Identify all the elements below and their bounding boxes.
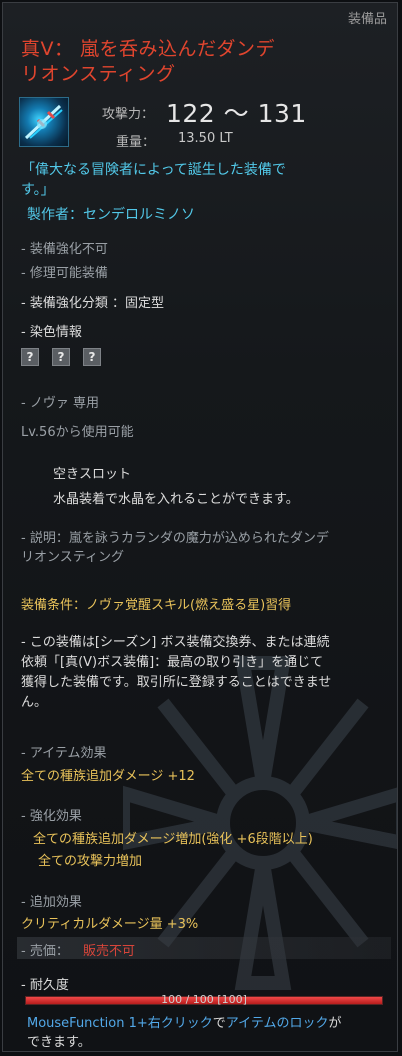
price-row <box>17 937 391 959</box>
lock-hint-ga: が <box>328 1016 342 1031</box>
enhance-type-text: - 装備強化分類 ：固定型 <box>21 296 164 311</box>
lock-hint-de: で <box>212 1016 226 1031</box>
flavor-line2: す。」 <box>21 182 55 198</box>
flavor-text: 「偉大なる冒険者によって誕生した装備で す。」 <box>21 160 286 200</box>
enhance-effect-line1: 全ての種族追加ダメージ増加(強化 +6段階以上) <box>33 832 313 847</box>
durability-text: 100 / 100 [100] <box>161 993 247 1006</box>
class-only-text: - ノヴァ 専用 <box>21 396 99 411</box>
note-line1: - この装備は[シーズン] ボス装備交換券、または連続 <box>21 635 330 650</box>
equip-condition-text: 装備条件：ノヴァ覚醒スキル(燃え盛る星)習得 <box>21 598 292 613</box>
level-req-text: Lv.56から使用可能 <box>21 425 134 440</box>
lock-hint-action: アイテムのロック <box>225 1016 329 1031</box>
dye-slot-2[interactable]: ? <box>52 348 70 366</box>
extra-effect-line1: クリティカルダメージ量 +3% <box>21 917 199 932</box>
description-line2: リオンスティング <box>21 550 124 565</box>
enhance-effect-line2: 全ての攻撃力増加 <box>38 854 143 869</box>
note-line4: ん。 <box>21 695 48 710</box>
item-title-line1: 真V： 嵐を呑み込んだダンデ <box>21 38 276 60</box>
repairable-text: - 修理可能装備 <box>21 266 108 281</box>
flavor-line1: 「偉大なる冒険者によって誕生した装備で <box>21 162 286 178</box>
dye-slot-1[interactable]: ? <box>21 348 39 366</box>
weight-value: 13.50 LT <box>178 131 233 146</box>
item-category: 装備品 <box>347 12 387 27</box>
note-line2: 依頼「[真(V)ボス装備]：最高の取り引き」を通じて <box>21 655 324 670</box>
dye-slot-3[interactable]: ? <box>83 348 101 366</box>
crystal-slot-text: 水晶装着で水晶を入れることができます。 <box>53 492 299 507</box>
extra-effect-title: - 追加効果 <box>21 895 82 910</box>
no-enhance-text: - 装備強化不可 <box>21 242 108 257</box>
dye-info-text: - 染色情報 <box>21 325 82 340</box>
attack-value: 122 ～ 131 <box>166 99 307 128</box>
lock-hint: MouseFunction 1+右クリックでアイテムのロックが できます。 <box>27 1014 393 1051</box>
lock-hint-keybind: MouseFunction 1+右クリック <box>27 1016 213 1031</box>
maker-text: 製作者：センデロルミノソ <box>27 207 195 223</box>
empty-slot-label: 空きスロット <box>53 467 132 482</box>
note-line3: 獲得した装備です。取引所に登録することはできませ <box>21 675 332 690</box>
enhance-effect-title: - 強化効果 <box>21 809 82 824</box>
weight-label: 重量： <box>116 135 156 150</box>
item-title-line2: リオンスティング <box>21 63 176 85</box>
item-effect-title: - アイテム効果 <box>21 746 107 761</box>
weapon-icon <box>19 97 69 147</box>
item-tooltip: 装備品 真V： 嵐を呑み込んだダンデ リオンスティング 攻撃力： 122 ～ 1… <box>2 2 398 1052</box>
description: - 説明：嵐を詠うカランダの魔力が込められたダンデ リオンスティング <box>21 529 329 567</box>
price-value: 販売不可 <box>83 944 136 959</box>
item-title: 真V： 嵐を呑み込んだダンデ リオンスティング <box>21 37 321 87</box>
item-effect-line1: 全ての種族追加ダメージ +12 <box>21 769 195 784</box>
lock-hint-line2: できます。 <box>27 1035 91 1050</box>
description-line1: - 説明：嵐を詠うカランダの魔力が込められたダンデ <box>21 531 329 546</box>
acquisition-note: - この装備は[シーズン] ボス装備交換券、または連続 依頼「[真(V)ボス装備… <box>21 633 331 713</box>
price-label: - 売価： <box>21 944 69 959</box>
attack-label: 攻撃力： <box>102 107 155 122</box>
durability-label: - 耐久度 <box>21 978 69 993</box>
